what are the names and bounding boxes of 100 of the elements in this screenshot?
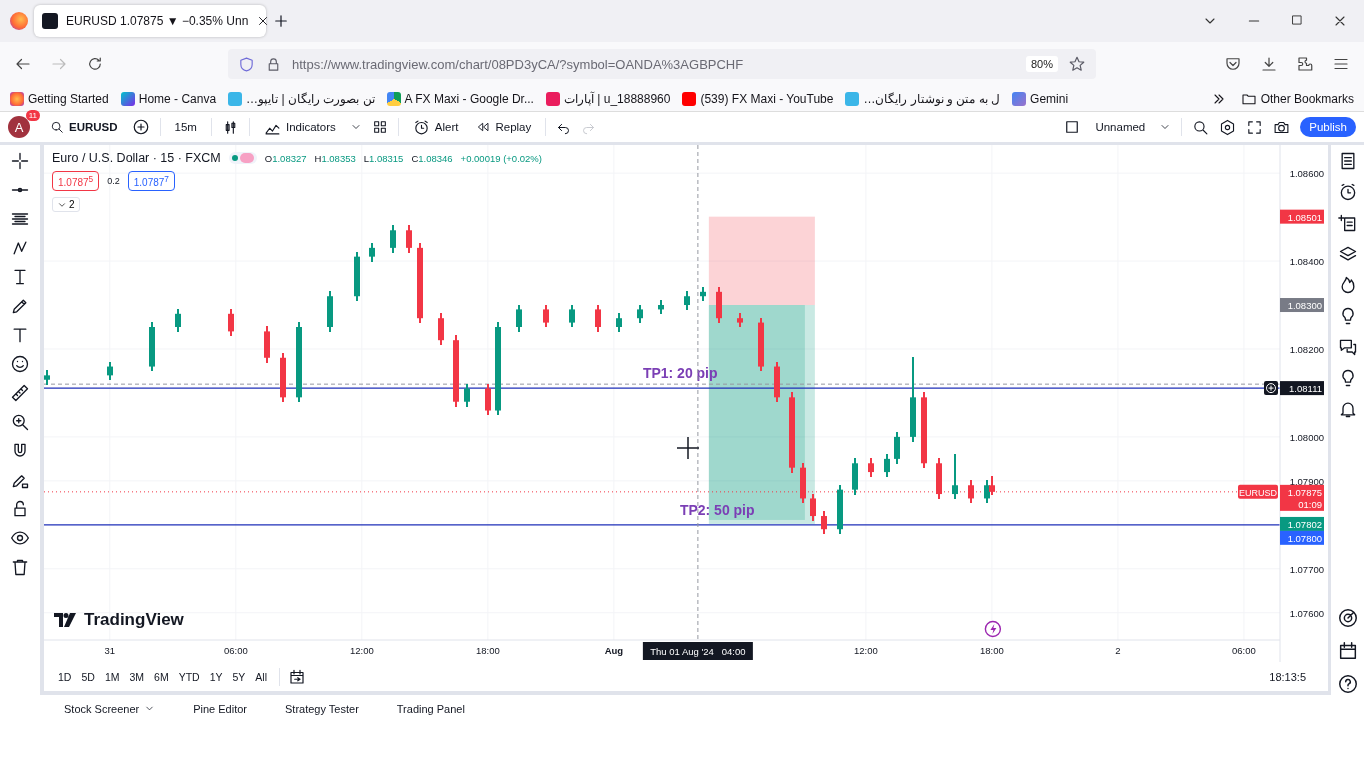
- time-label: 12:00: [854, 645, 878, 656]
- trash-icon[interactable]: [10, 557, 30, 577]
- price-label: 1.07900: [1289, 475, 1324, 487]
- bookmark[interactable]: A FX Maxi - Google Dr...: [386, 91, 534, 106]
- bookmark-folder[interactable]: Other Bookmarks: [1240, 90, 1354, 107]
- bookmark[interactable]: آپارات | u_18888960: [545, 91, 671, 106]
- time-label: 18:00: [980, 645, 1004, 656]
- pocket-icon[interactable]: [1224, 55, 1242, 73]
- symbol-title[interactable]: Euro / U.S. Dollar · 15 · FXCM: [52, 151, 221, 165]
- range-button[interactable]: 1Y: [205, 668, 227, 685]
- candle: [852, 458, 858, 495]
- price-change: +0.00019 (+0.02%): [460, 152, 542, 164]
- zoom-in-icon[interactable]: [10, 412, 30, 432]
- range-button[interactable]: 5Y: [228, 668, 250, 685]
- candle: [810, 494, 816, 521]
- candle: [369, 243, 375, 262]
- publish-button[interactable]: Publish: [1300, 117, 1356, 137]
- candle: [837, 485, 843, 534]
- firefox-icon[interactable]: [10, 12, 28, 30]
- symbol-search[interactable]: EURUSD: [46, 120, 122, 134]
- rewind-icon: [476, 120, 491, 134]
- bookmark[interactable]: …ل به متن و نوشتار رایگان: [845, 91, 1001, 106]
- browser-tab[interactable]: EURUSD 1.07875 ▼ −0.35% Unn: [34, 5, 266, 37]
- time-label: 06:00: [1232, 645, 1256, 656]
- layout-menu[interactable]: Unnamed: [1091, 121, 1150, 133]
- settings-icon[interactable]: [1219, 118, 1237, 136]
- restore-icon[interactable]: [1290, 13, 1304, 27]
- ohlc-value: O1.08327: [264, 152, 307, 164]
- range-button[interactable]: All: [251, 668, 271, 685]
- panel-tab[interactable]: Stock Screener: [58, 701, 162, 716]
- price-label: 1.08400: [1289, 256, 1324, 268]
- collapse-button[interactable]: 2: [52, 197, 80, 213]
- crosshair-time-label: Thu 01 Aug '24 04:00: [642, 642, 753, 660]
- layouts-icon[interactable]: [371, 119, 388, 135]
- ohlc-value: L1.08315: [363, 152, 404, 164]
- ruler-icon[interactable]: [10, 383, 30, 403]
- candle: [968, 480, 974, 503]
- price-label: 1.07700: [1289, 563, 1324, 575]
- panel-tab[interactable]: Pine Editor: [187, 701, 253, 716]
- bookmark[interactable]: Home - Canva: [120, 91, 217, 106]
- bookmark[interactable]: Gemini: [1012, 91, 1069, 106]
- buy-price[interactable]: 1.0787$^{7}$: [127, 171, 175, 192]
- bookmark[interactable]: …تن بصورت رایگان | تایپو: [228, 91, 375, 106]
- quick-search-icon[interactable]: [1192, 118, 1210, 136]
- candle: [280, 353, 286, 402]
- ohlc-value: C1.08346: [411, 152, 453, 164]
- sell-price[interactable]: 1.0787$^{5}$: [52, 171, 100, 192]
- add-list-icon[interactable]: [1337, 213, 1358, 233]
- address-bar[interactable]: https://www.tradingview.com/chart/08PD3yCA/?symbol=OANDA%3AGBPCHF 80%: [228, 49, 1096, 79]
- time-label: 2: [1115, 645, 1121, 656]
- extensions-icon[interactable]: [1296, 55, 1314, 73]
- alert-button[interactable]: Alert: [408, 118, 463, 136]
- compare-icon[interactable]: [131, 118, 150, 136]
- bookmark-star-icon[interactable]: [1068, 55, 1086, 73]
- bookmark[interactable]: Getting Started: [10, 91, 109, 106]
- tab-logo-icon: [42, 13, 58, 29]
- range-button[interactable]: 3M: [125, 668, 149, 685]
- target-label: TP1: 20 pip: [642, 365, 718, 382]
- target-label: TP2: 50 pip: [679, 501, 755, 518]
- avatar[interactable]: A: [8, 116, 30, 138]
- notification-badge: 11: [25, 110, 40, 121]
- indicators-button[interactable]: Indicators: [259, 118, 340, 136]
- reload-icon[interactable]: [86, 55, 104, 73]
- help-icon[interactable]: [1336, 673, 1359, 695]
- time-label: Aug: [604, 645, 624, 656]
- watermark-logo: TradingView: [54, 610, 184, 630]
- range-button[interactable]: 5D: [77, 668, 99, 685]
- candle: [44, 370, 50, 385]
- add-alert-icon[interactable]: [1264, 381, 1278, 396]
- lightning-icon[interactable]: [984, 620, 1002, 638]
- shield-icon: [238, 55, 255, 73]
- panel-tab[interactable]: Strategy Tester: [279, 701, 365, 716]
- emoji-icon[interactable]: [10, 354, 30, 374]
- price-tag: 1.08300: [1280, 298, 1324, 312]
- price-tag: 1.07875 01:09: [1280, 484, 1324, 511]
- goto-date-icon[interactable]: [288, 667, 306, 686]
- crosshair-cursor-icon: [676, 436, 700, 460]
- search-icon: [50, 120, 64, 134]
- chat-icon[interactable]: [1337, 337, 1358, 357]
- range-button[interactable]: 6M: [150, 668, 173, 685]
- fullscreen-icon[interactable]: [1246, 118, 1264, 136]
- candle: [464, 384, 470, 407]
- crosshair-icon[interactable]: [10, 151, 30, 171]
- target-icon[interactable]: [1336, 607, 1359, 629]
- candle: [438, 313, 444, 345]
- candle: [107, 362, 113, 380]
- download-icon[interactable]: [1260, 55, 1278, 73]
- interval-button[interactable]: 15m: [170, 121, 201, 133]
- new-tab-icon[interactable]: [272, 12, 290, 30]
- replay-button[interactable]: Replay: [472, 120, 536, 134]
- time-label: 31: [104, 645, 116, 656]
- range-button[interactable]: YTD: [174, 668, 204, 685]
- bookmark[interactable]: (539) FX Maxi - YouTube: [682, 91, 834, 106]
- price-label: 1.08200: [1289, 344, 1324, 355]
- price-label: 1.08000: [1289, 431, 1324, 443]
- range-button[interactable]: 1D: [54, 668, 76, 685]
- zoom-level[interactable]: 80%: [1025, 56, 1058, 72]
- clock: 18:13:5: [1269, 670, 1307, 683]
- range-button[interactable]: 1M: [100, 668, 124, 685]
- panel-tab[interactable]: Trading Panel: [390, 701, 471, 716]
